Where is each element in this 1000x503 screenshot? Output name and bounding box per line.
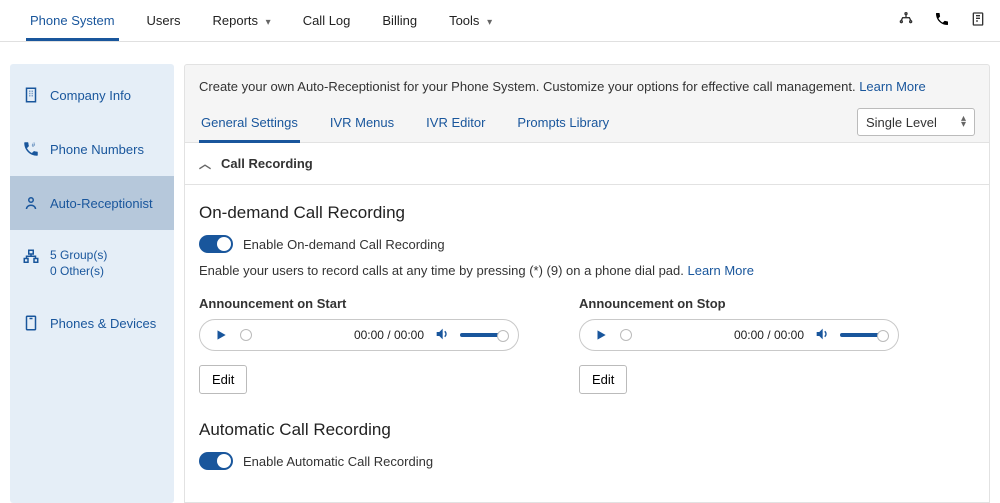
section-title: Call Recording [221,156,313,171]
sidebar-item-label: Phone Numbers [50,142,144,157]
nav-label: Tools [449,13,479,28]
nav-label: Reports [213,13,259,28]
time-display: 00:00 / 00:00 [734,328,804,342]
nav-billing[interactable]: Billing [366,1,433,40]
nav-phone-system[interactable]: Phone System [14,1,131,40]
toggle-label: Enable Automatic Call Recording [243,454,433,469]
toggle-label: Enable On-demand Call Recording [243,237,445,252]
nav-tools[interactable]: Tools ▾ [433,1,508,40]
hero-panel: Create your own Auto-Receptionist for yo… [184,64,990,143]
sidebar-item-auto-receptionist[interactable]: Auto-Receptionist [10,176,174,230]
select-arrows-icon: ▴▾ [961,116,966,128]
chevron-down-icon: ▾ [487,17,492,28]
phone-hash-icon: # [22,140,40,158]
edit-stop-button[interactable]: Edit [579,365,627,394]
nav-reports[interactable]: Reports ▾ [197,1,287,40]
hierarchy-icon[interactable] [898,11,914,30]
top-nav: Phone System Users Reports ▾ Call Log Bi… [0,0,1000,42]
on-demand-heading: On-demand Call Recording [199,203,975,223]
volume-icon[interactable] [814,326,830,345]
ivr-level-select[interactable]: Single Level ▴▾ [857,108,975,136]
receptionist-icon [22,194,40,212]
time-display: 00:00 / 00:00 [354,328,424,342]
audio-player-stop: 00:00 / 00:00 [579,319,899,351]
level-selected: Single Level [866,115,937,130]
announcement-stop-col: Announcement on Stop 00:00 / 00:00 Edit [579,296,899,394]
announcement-start-col: Announcement on Start 00:00 / 00:00 Edit [199,296,519,394]
nav-label: Call Log [303,13,351,28]
play-button[interactable] [212,326,230,344]
automatic-heading: Automatic Call Recording [199,420,975,440]
volume-icon[interactable] [434,326,450,345]
volume-slider[interactable] [840,333,886,337]
sidebar-item-label: Phones & Devices [50,316,156,331]
helper-text: Enable your users to record calls at any… [199,263,687,278]
hero-tabs: General Settings IVR Menus IVR Editor Pr… [199,103,611,142]
sidebar-item-label: Company Info [50,88,131,103]
hero-learn-more-link[interactable]: Learn More [859,79,925,94]
sidebar-item-label: Auto-Receptionist [50,196,153,211]
nav-label: Billing [382,13,417,28]
chevron-down-icon: ▾ [266,17,271,28]
toggle-on-demand-recording[interactable] [199,235,233,253]
nav-label: Users [147,13,181,28]
helper-learn-more-link[interactable]: Learn More [687,263,753,278]
tab-prompts-library[interactable]: Prompts Library [515,103,611,142]
audio-player-start: 00:00 / 00:00 [199,319,519,351]
nav-label: Phone System [30,13,115,28]
device-icon [22,314,40,332]
tab-general-settings[interactable]: General Settings [199,103,300,142]
announcement-start-label: Announcement on Start [199,296,519,311]
main-content: Create your own Auto-Receptionist for yo… [184,64,990,503]
progress-knob[interactable] [240,329,252,341]
sidebar: Company Info # Phone Numbers Auto-Recept… [10,64,174,503]
sidebar-item-company-info[interactable]: Company Info [10,68,174,122]
announcement-stop-label: Announcement on Stop [579,296,899,311]
sidebar-item-phones-devices[interactable]: Phones & Devices [10,296,174,350]
sidebar-groups-line2: 0 Other(s) [50,264,107,278]
company-icon [22,86,40,104]
sidebar-item-phone-numbers[interactable]: # Phone Numbers [10,122,174,176]
top-nav-right [898,11,986,30]
play-button[interactable] [592,326,610,344]
call-recording-panel: On-demand Call Recording Enable On-deman… [184,185,990,503]
edit-start-button[interactable]: Edit [199,365,247,394]
groups-icon [22,248,40,266]
section-call-recording-header[interactable]: ︿ Call Recording [184,143,990,185]
caret-up-icon: ︿ [199,155,211,172]
nav-users[interactable]: Users [131,1,197,40]
svg-text:#: # [32,143,36,149]
nav-call-log[interactable]: Call Log [287,1,367,40]
sidebar-item-groups[interactable]: 5 Group(s) 0 Other(s) [10,230,174,296]
toggle-automatic-recording[interactable] [199,452,233,470]
tab-ivr-menus[interactable]: IVR Menus [328,103,396,142]
phone-icon[interactable] [934,11,950,30]
hero-description: Create your own Auto-Receptionist for yo… [185,65,989,102]
volume-slider[interactable] [460,333,506,337]
progress-knob[interactable] [620,329,632,341]
on-demand-helper: Enable your users to record calls at any… [199,263,975,278]
top-nav-left: Phone System Users Reports ▾ Call Log Bi… [14,1,508,40]
hero-blurb: Create your own Auto-Receptionist for yo… [199,79,859,94]
sidebar-groups-line1: 5 Group(s) [50,248,107,262]
tab-ivr-editor[interactable]: IVR Editor [424,103,487,142]
log-icon[interactable] [970,11,986,30]
